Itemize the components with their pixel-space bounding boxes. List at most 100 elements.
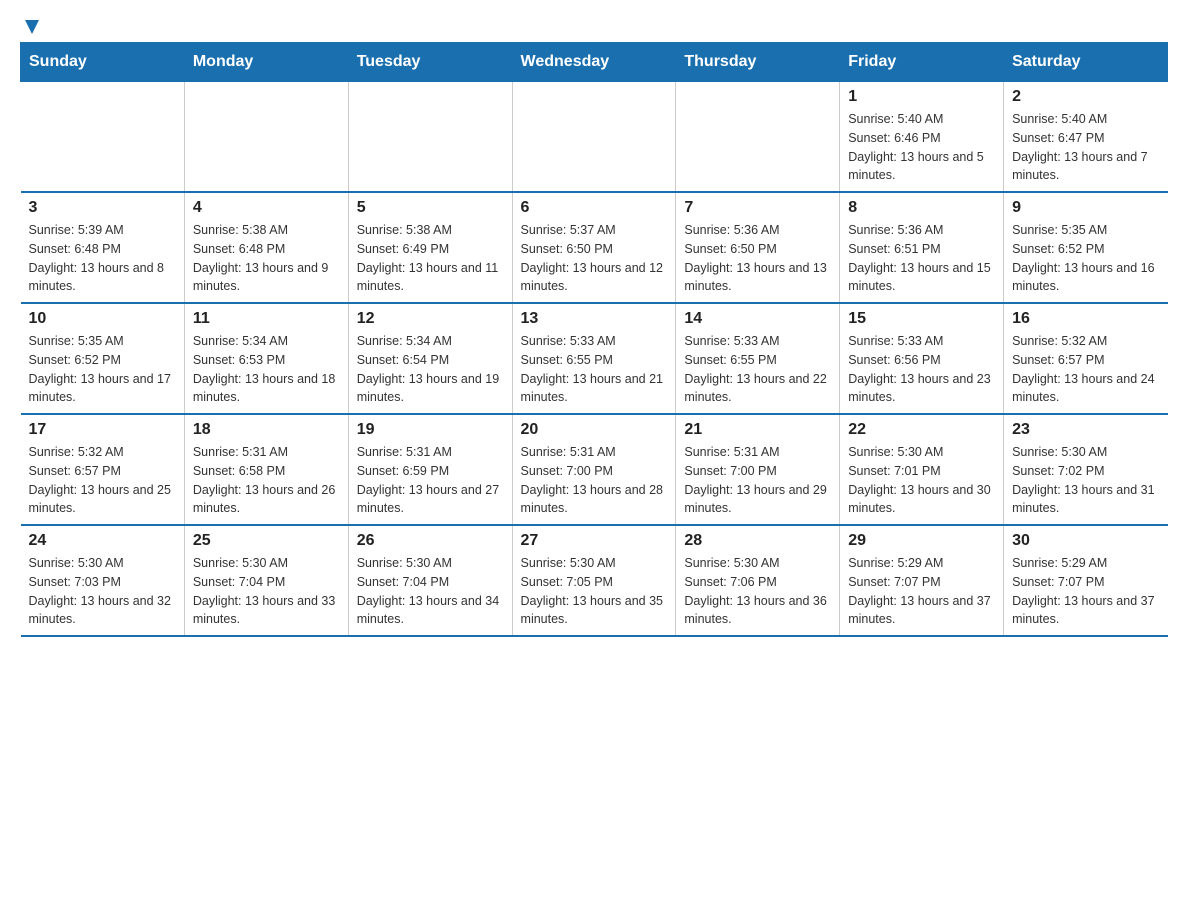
calendar-cell: 8 Sunrise: 5:36 AMSunset: 6:51 PMDaylight… (840, 192, 1004, 303)
day-number: 15 (848, 310, 995, 328)
calendar-cell (348, 82, 512, 193)
calendar-cell: 14 Sunrise: 5:33 AMSunset: 6:55 PMDayligh… (676, 303, 840, 414)
calendar-cell: 24 Sunrise: 5:30 AMSunset: 7:03 PMDayligh… (21, 525, 185, 636)
calendar-cell: 9 Sunrise: 5:35 AMSunset: 6:52 PMDaylight… (1004, 192, 1168, 303)
day-number: 26 (357, 532, 504, 550)
calendar-cell: 4 Sunrise: 5:38 AMSunset: 6:48 PMDaylight… (184, 192, 348, 303)
header-saturday: Saturday (1004, 43, 1168, 82)
header-tuesday: Tuesday (348, 43, 512, 82)
day-number: 21 (684, 421, 831, 439)
calendar-cell: 27 Sunrise: 5:30 AMSunset: 7:05 PMDayligh… (512, 525, 676, 636)
day-info: Sunrise: 5:34 AMSunset: 6:53 PMDaylight:… (193, 332, 340, 407)
week-row-3: 10 Sunrise: 5:35 AMSunset: 6:52 PMDayligh… (21, 303, 1168, 414)
calendar-cell: 10 Sunrise: 5:35 AMSunset: 6:52 PMDayligh… (21, 303, 185, 414)
day-info: Sunrise: 5:30 AMSunset: 7:03 PMDaylight:… (29, 554, 176, 629)
day-info: Sunrise: 5:36 AMSunset: 6:50 PMDaylight:… (684, 221, 831, 296)
calendar-cell: 26 Sunrise: 5:30 AMSunset: 7:04 PMDayligh… (348, 525, 512, 636)
day-info: Sunrise: 5:30 AMSunset: 7:02 PMDaylight:… (1012, 443, 1159, 518)
calendar-cell: 22Sunrise: 5:30 AMSunset: 7:01 PMDayligh… (840, 414, 1004, 525)
day-number: 22 (848, 421, 995, 439)
week-row-2: 3 Sunrise: 5:39 AMSunset: 6:48 PMDaylight… (21, 192, 1168, 303)
header-thursday: Thursday (676, 43, 840, 82)
day-number: 9 (1012, 199, 1159, 217)
day-number: 20 (521, 421, 668, 439)
calendar-cell: 25 Sunrise: 5:30 AMSunset: 7:04 PMDayligh… (184, 525, 348, 636)
day-number: 17 (29, 421, 176, 439)
day-info: Sunrise: 5:32 AMSunset: 6:57 PMDaylight:… (29, 443, 176, 518)
calendar-cell: 2 Sunrise: 5:40 AMSunset: 6:47 PMDaylight… (1004, 82, 1168, 193)
day-info: Sunrise: 5:38 AMSunset: 6:48 PMDaylight:… (193, 221, 340, 296)
calendar-cell: 23Sunrise: 5:30 AMSunset: 7:02 PMDayligh… (1004, 414, 1168, 525)
week-row-1: 1 Sunrise: 5:40 AMSunset: 6:46 PMDaylight… (21, 82, 1168, 193)
header-friday: Friday (840, 43, 1004, 82)
calendar-cell: 19 Sunrise: 5:31 AMSunset: 6:59 PMDayligh… (348, 414, 512, 525)
day-info: Sunrise: 5:36 AMSunset: 6:51 PMDaylight:… (848, 221, 995, 296)
header-sunday: Sunday (21, 43, 185, 82)
day-info: Sunrise: 5:33 AMSunset: 6:55 PMDaylight:… (521, 332, 668, 407)
calendar-cell: 30Sunrise: 5:29 AMSunset: 7:07 PMDayligh… (1004, 525, 1168, 636)
day-info: Sunrise: 5:30 AMSunset: 7:06 PMDaylight:… (684, 554, 831, 629)
page-header (20, 20, 1168, 32)
day-number: 27 (521, 532, 668, 550)
day-info: Sunrise: 5:35 AMSunset: 6:52 PMDaylight:… (1012, 221, 1159, 296)
day-info: Sunrise: 5:40 AMSunset: 6:47 PMDaylight:… (1012, 110, 1159, 185)
day-info: Sunrise: 5:34 AMSunset: 6:54 PMDaylight:… (357, 332, 504, 407)
calendar-cell: 11Sunrise: 5:34 AMSunset: 6:53 PMDayligh… (184, 303, 348, 414)
day-number: 5 (357, 199, 504, 217)
logo (20, 20, 43, 32)
day-number: 24 (29, 532, 176, 550)
day-number: 12 (357, 310, 504, 328)
day-info: Sunrise: 5:31 AMSunset: 6:59 PMDaylight:… (357, 443, 504, 518)
day-number: 8 (848, 199, 995, 217)
day-info: Sunrise: 5:37 AMSunset: 6:50 PMDaylight:… (521, 221, 668, 296)
day-number: 29 (848, 532, 995, 550)
day-number: 4 (193, 199, 340, 217)
calendar-header-row: SundayMondayTuesdayWednesdayThursdayFrid… (21, 43, 1168, 82)
day-info: Sunrise: 5:31 AMSunset: 7:00 PMDaylight:… (684, 443, 831, 518)
day-info: Sunrise: 5:31 AMSunset: 7:00 PMDaylight:… (521, 443, 668, 518)
calendar-cell: 21 Sunrise: 5:31 AMSunset: 7:00 PMDayligh… (676, 414, 840, 525)
calendar-table: SundayMondayTuesdayWednesdayThursdayFrid… (20, 42, 1168, 637)
calendar-cell: 20 Sunrise: 5:31 AMSunset: 7:00 PMDayligh… (512, 414, 676, 525)
day-info: Sunrise: 5:31 AMSunset: 6:58 PMDaylight:… (193, 443, 340, 518)
calendar-cell: 7Sunrise: 5:36 AMSunset: 6:50 PMDaylight… (676, 192, 840, 303)
day-info: Sunrise: 5:33 AMSunset: 6:55 PMDaylight:… (684, 332, 831, 407)
day-info: Sunrise: 5:40 AMSunset: 6:46 PMDaylight:… (848, 110, 995, 185)
day-number: 25 (193, 532, 340, 550)
day-number: 2 (1012, 88, 1159, 106)
week-row-5: 24 Sunrise: 5:30 AMSunset: 7:03 PMDayligh… (21, 525, 1168, 636)
day-info: Sunrise: 5:30 AMSunset: 7:04 PMDaylight:… (357, 554, 504, 629)
day-number: 28 (684, 532, 831, 550)
day-info: Sunrise: 5:30 AMSunset: 7:04 PMDaylight:… (193, 554, 340, 629)
calendar-cell: 12 Sunrise: 5:34 AMSunset: 6:54 PMDayligh… (348, 303, 512, 414)
day-number: 14 (684, 310, 831, 328)
day-number: 13 (521, 310, 668, 328)
logo-triangle-icon (21, 16, 43, 38)
day-info: Sunrise: 5:30 AMSunset: 7:05 PMDaylight:… (521, 554, 668, 629)
calendar-cell (184, 82, 348, 193)
week-row-4: 17 Sunrise: 5:32 AMSunset: 6:57 PMDayligh… (21, 414, 1168, 525)
day-number: 3 (29, 199, 176, 217)
calendar-cell: 3 Sunrise: 5:39 AMSunset: 6:48 PMDaylight… (21, 192, 185, 303)
calendar-cell: 5 Sunrise: 5:38 AMSunset: 6:49 PMDaylight… (348, 192, 512, 303)
calendar-cell: 1 Sunrise: 5:40 AMSunset: 6:46 PMDaylight… (840, 82, 1004, 193)
day-info: Sunrise: 5:33 AMSunset: 6:56 PMDaylight:… (848, 332, 995, 407)
day-info: Sunrise: 5:35 AMSunset: 6:52 PMDaylight:… (29, 332, 176, 407)
calendar-cell (676, 82, 840, 193)
calendar-cell: 28 Sunrise: 5:30 AMSunset: 7:06 PMDayligh… (676, 525, 840, 636)
day-number: 1 (848, 88, 995, 106)
header-wednesday: Wednesday (512, 43, 676, 82)
day-info: Sunrise: 5:29 AMSunset: 7:07 PMDaylight:… (848, 554, 995, 629)
calendar-cell: 17 Sunrise: 5:32 AMSunset: 6:57 PMDayligh… (21, 414, 185, 525)
day-number: 10 (29, 310, 176, 328)
day-info: Sunrise: 5:38 AMSunset: 6:49 PMDaylight:… (357, 221, 504, 296)
day-info: Sunrise: 5:32 AMSunset: 6:57 PMDaylight:… (1012, 332, 1159, 407)
day-number: 18 (193, 421, 340, 439)
calendar-cell (21, 82, 185, 193)
calendar-cell: 13 Sunrise: 5:33 AMSunset: 6:55 PMDayligh… (512, 303, 676, 414)
calendar-cell: 16Sunrise: 5:32 AMSunset: 6:57 PMDayligh… (1004, 303, 1168, 414)
day-info: Sunrise: 5:39 AMSunset: 6:48 PMDaylight:… (29, 221, 176, 296)
header-monday: Monday (184, 43, 348, 82)
calendar-cell: 6Sunrise: 5:37 AMSunset: 6:50 PMDaylight… (512, 192, 676, 303)
day-number: 19 (357, 421, 504, 439)
